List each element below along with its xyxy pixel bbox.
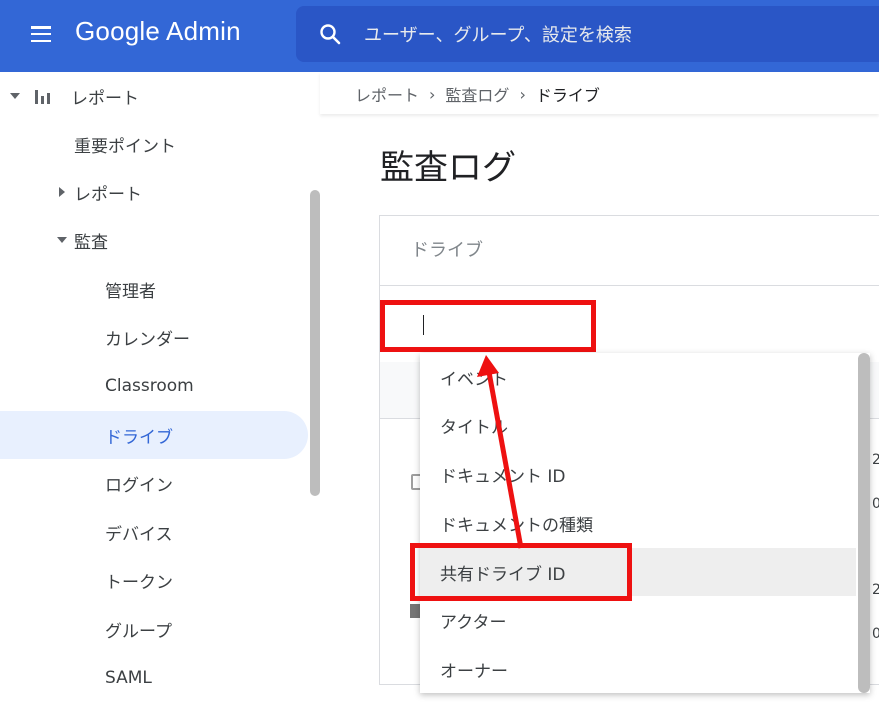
sidebar-item-label: レポート	[74, 184, 142, 205]
cell-fragment: 2	[872, 452, 879, 468]
filter-input[interactable]	[380, 300, 596, 352]
dropdown-option-actor[interactable]: アクター	[420, 596, 856, 644]
expand-down-icon	[57, 237, 67, 243]
cell-fragment: 0	[872, 496, 879, 512]
sidebar-item-label: Classroom	[105, 376, 194, 396]
text-cursor	[423, 315, 424, 335]
sidebar-item-groups[interactable]: グループ	[0, 605, 172, 653]
hamburger-menu-icon[interactable]	[29, 22, 53, 46]
top-app-bar: Google Admin ユーザー、グループ、設定を検索	[0, 0, 879, 72]
breadcrumb: レポート › 監査ログ › ドライブ	[355, 82, 600, 106]
dropdown-option-event[interactable]: イベント	[420, 353, 856, 401]
breadcrumb-separator: ›	[519, 84, 526, 104]
sidebar: レポート 重要ポイント レポート 監査 管理者 カレンダー Classroom …	[0, 72, 320, 688]
sidebar-item-label: デバイス	[105, 524, 173, 545]
breadcrumb-separator: ›	[429, 84, 436, 104]
sidebar-scrollbar[interactable]	[310, 190, 320, 496]
sidebar-item-highlights[interactable]: 重要ポイント	[0, 120, 176, 168]
dropdown-option-document-id[interactable]: ドキュメント ID	[420, 450, 856, 498]
expand-down-icon	[10, 93, 20, 99]
dropdown-scrollbar[interactable]	[858, 353, 870, 693]
option-label: アクター	[440, 612, 507, 633]
option-label: タイトル	[440, 417, 508, 438]
breadcrumb-item-drive: ドライブ	[535, 86, 600, 105]
option-label: ドキュメントの種類	[440, 515, 593, 536]
dropdown-option-owner[interactable]: オーナー	[420, 645, 856, 693]
sidebar-item-saml[interactable]: SAML	[0, 654, 152, 702]
option-label: 共有ドライブ ID	[440, 564, 566, 585]
cell-fragment: 2	[872, 582, 879, 598]
expand-right-icon	[59, 187, 65, 197]
cell-fragment: 0	[872, 626, 879, 642]
sidebar-item-login[interactable]: ログイン	[0, 459, 173, 507]
card-title: ドライブ	[411, 240, 483, 261]
bar-chart-icon	[35, 88, 53, 104]
sidebar-item-label: ドライブ	[105, 427, 173, 448]
sidebar-item-label: トークン	[105, 572, 173, 593]
search-icon	[320, 24, 341, 45]
sidebar-item-devices[interactable]: デバイス	[0, 508, 173, 556]
sidebar-item-label: カレンダー	[105, 329, 190, 350]
sidebar-item-calendar[interactable]: カレンダー	[0, 313, 190, 361]
option-label: オーナー	[440, 661, 508, 682]
app-title[interactable]: Google Admin	[75, 16, 241, 47]
page-title: 監査ログ	[380, 148, 516, 188]
breadcrumb-item-reports[interactable]: レポート	[355, 82, 419, 106]
option-label: イベント	[440, 369, 508, 390]
divider	[380, 285, 879, 286]
search-input[interactable]: ユーザー、グループ、設定を検索	[296, 6, 879, 62]
dropdown-option-title[interactable]: タイトル	[420, 401, 856, 449]
option-label: ドキュメント ID	[440, 466, 566, 487]
search-placeholder: ユーザー、グループ、設定を検索	[364, 25, 632, 46]
dropdown-option-document-type[interactable]: ドキュメントの種類	[420, 499, 856, 547]
sidebar-item-label: 監査	[74, 232, 108, 253]
sidebar-item-label: レポート	[71, 88, 139, 109]
sidebar-item-tokens[interactable]: トークン	[0, 556, 173, 604]
sidebar-item-reports-section[interactable]: レポート	[0, 72, 139, 120]
sidebar-item-label: 管理者	[105, 281, 156, 302]
sidebar-item-label: 重要ポイント	[74, 136, 176, 157]
sidebar-item-reports[interactable]: レポート	[0, 168, 142, 216]
sidebar-item-classroom[interactable]: Classroom	[0, 362, 194, 410]
filter-attribute-dropdown: イベント タイトル ドキュメント ID ドキュメントの種類 共有ドライブ ID …	[420, 353, 870, 693]
sidebar-item-label: ログイン	[105, 475, 173, 496]
sidebar-item-label: SAML	[105, 668, 152, 688]
dropdown-option-shared-drive-id[interactable]: 共有ドライブ ID	[420, 548, 856, 596]
sidebar-item-audit[interactable]: 監査	[0, 216, 108, 264]
sidebar-item-label: グループ	[105, 621, 172, 642]
sidebar-item-drive[interactable]: ドライブ	[0, 411, 308, 459]
sidebar-item-admin[interactable]: 管理者	[0, 265, 156, 313]
breadcrumb-item-audit-log[interactable]: 監査ログ	[445, 82, 509, 106]
